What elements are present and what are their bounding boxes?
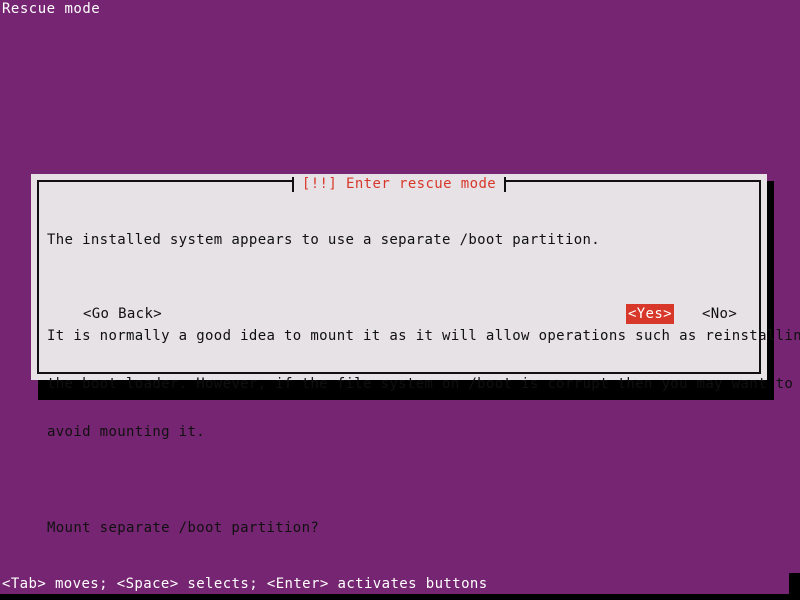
keyboard-help-bar: <Tab> moves; <Space> selects; <Enter> ac… <box>2 576 488 592</box>
rescue-mode-dialog: [!!] Enter rescue mode The installed sys… <box>31 174 800 536</box>
body-spacer-1 <box>47 280 753 296</box>
paragraph-1: The installed system appears to use a se… <box>47 200 753 280</box>
go-back-button[interactable]: <Go Back> <box>81 304 164 324</box>
screen-mode-label: Rescue mode <box>2 1 101 17</box>
paragraph-2-line-1: It is normally a good idea to mount it a… <box>47 328 800 344</box>
body-spacer-2 <box>47 472 753 488</box>
paragraph-2-line-2: the boot loader. However, if the file sy… <box>47 376 794 392</box>
paragraph-3: Mount separate /boot partition? <box>47 488 753 568</box>
dialog-button-row: <Go Back> <Yes> <No> <box>47 304 753 324</box>
paragraph-2-line-3: avoid mounting it. <box>47 424 206 440</box>
paragraph-1-line-1: The installed system appears to use a se… <box>47 232 601 248</box>
terminal-cursor-block <box>789 573 800 594</box>
no-button[interactable]: <No> <box>700 304 739 324</box>
bottom-black-strip <box>0 594 800 600</box>
question-prompt: Mount separate /boot partition? <box>47 520 320 536</box>
dialog-body: The installed system appears to use a se… <box>47 200 800 536</box>
yes-button[interactable]: <Yes> <box>626 304 674 324</box>
